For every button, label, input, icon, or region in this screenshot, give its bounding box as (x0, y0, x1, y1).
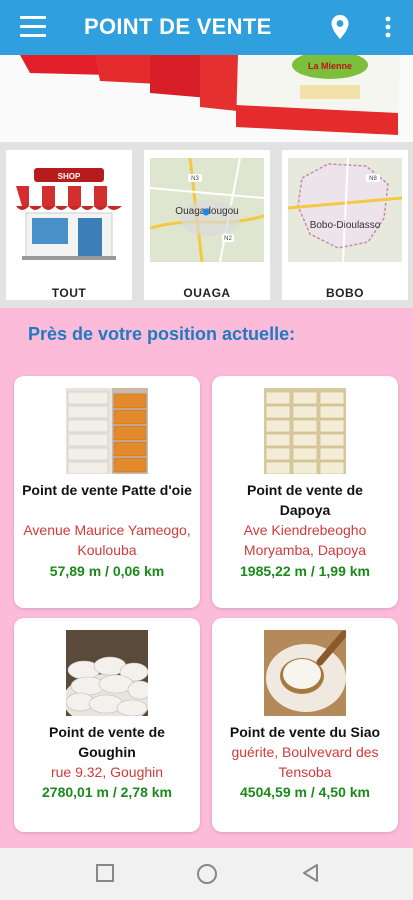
nearby-section: Près de votre position actuelle: Point d… (0, 308, 413, 848)
point-card[interactable]: Point de vente du Siao guérite, Boulveva… (212, 618, 398, 832)
brand-text: La Mienne (308, 61, 352, 71)
bobo-map-image: N8 Bobo-Dioulasso (288, 158, 402, 262)
map-city-label: Bobo-Dioulasso (310, 220, 381, 231)
home-icon[interactable] (196, 863, 218, 885)
point-card[interactable]: Point de vente Patte d'oie Avenue Mauric… (14, 376, 200, 608)
point-card[interactable]: Point de vente de Dapoya Ave Kiendrebeog… (212, 376, 398, 608)
point-distance: 4504,59 m / 4,50 km (240, 784, 370, 800)
shop-sign: SHOP (58, 172, 81, 181)
rice-bags-image: La Mienne (0, 55, 413, 142)
category-label: BOBO (326, 286, 364, 300)
category-all[interactable]: SHOP TOUT (6, 150, 132, 300)
shop-icon: SHOP (12, 158, 126, 262)
category-label: OUAGA (183, 286, 231, 300)
point-photo (66, 630, 148, 716)
point-distance: 1985,22 m / 1,99 km (240, 563, 370, 579)
map-road-label: N2 (224, 236, 232, 242)
point-name: Point de vente de Dapoya (247, 482, 363, 518)
point-address: Avenue Maurice Yameogo, Koulouba (23, 522, 191, 558)
location-pin-icon[interactable] (328, 14, 352, 40)
map-road-label: N8 (369, 176, 377, 182)
point-name: Point de vente Patte d'oie (22, 482, 192, 498)
app-bar: POINT DE VENTE (0, 0, 413, 55)
point-distance: 2780,01 m / 2,78 km (42, 784, 172, 800)
category-row: SHOP TOUT N3 N2 OUAGA N8 Bobo-Dioulasso … (0, 142, 413, 308)
point-photo (264, 630, 346, 716)
category-bobo[interactable]: N8 Bobo-Dioulasso BOBO (282, 150, 408, 300)
more-vert-icon[interactable] (378, 14, 398, 40)
page-title: POINT DE VENTE (84, 14, 272, 39)
back-icon[interactable] (300, 863, 320, 883)
point-distance: 57,89 m / 0,06 km (49, 563, 165, 579)
recents-icon[interactable] (95, 863, 115, 883)
point-address: rue 9.32, Goughin (50, 764, 164, 780)
point-name: Point de vente de Goughin (49, 724, 165, 760)
point-address: Ave Kiendrebeogho Moryamba, Dapoya (243, 522, 367, 558)
point-name: Point de vente du Siao (229, 724, 381, 740)
point-address: guérite, Boulvevard des Tensoba (231, 744, 379, 780)
menu-icon[interactable] (20, 16, 46, 38)
ouaga-map-image: N3 N2 Ouagadougou (150, 158, 264, 262)
point-photo (66, 388, 148, 474)
point-card[interactable]: Point de vente de Goughin rue 9.32, Goug… (14, 618, 200, 832)
category-ouaga[interactable]: N3 N2 Ouagadougou OUAGA (144, 150, 270, 300)
nearby-heading: Près de votre position actuelle: (28, 324, 296, 344)
map-road-label: N3 (191, 176, 199, 182)
product-banner: La Mienne (0, 55, 413, 143)
category-label: TOUT (51, 286, 87, 300)
system-nav-bar (0, 848, 413, 900)
point-photo (264, 388, 346, 474)
